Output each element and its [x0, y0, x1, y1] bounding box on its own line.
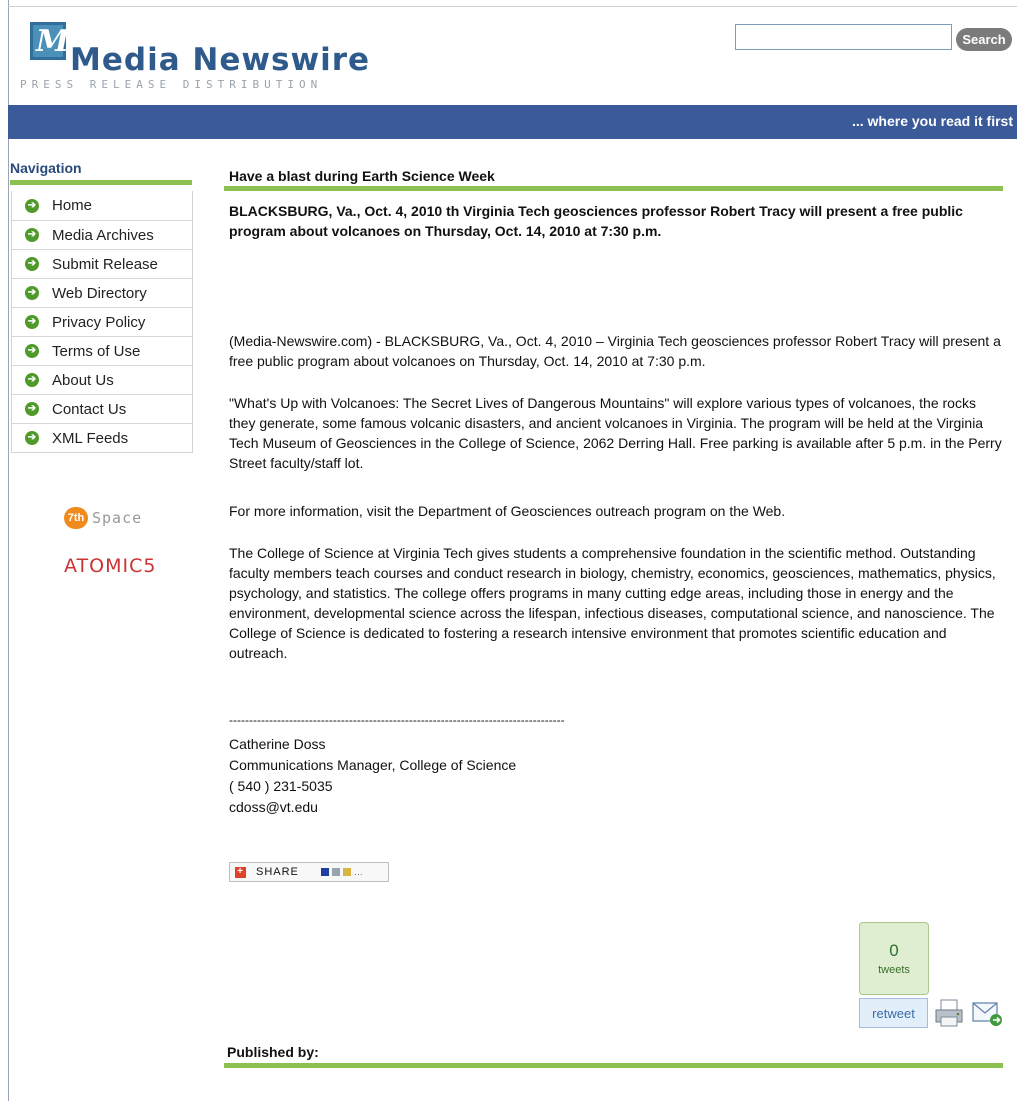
nav-item-label: Web Directory	[52, 284, 147, 302]
contact-name: Catherine Doss	[229, 736, 326, 752]
contact-phone: ( 540 ) 231-5035	[229, 778, 333, 794]
nav-item-media-archives[interactable]: ➔ Media Archives	[12, 220, 192, 249]
nav-item-label: Submit Release	[52, 255, 158, 273]
page-left-border	[8, 0, 9, 1101]
tweet-label: tweets	[878, 964, 910, 976]
digg-icon	[331, 868, 340, 876]
arrow-right-icon: ➔	[25, 286, 39, 300]
article-paragraph: "What's Up with Volcanoes: The Secret Li…	[229, 395, 1002, 471]
partner-logo-atomic5[interactable]: ATOMIC5	[64, 555, 156, 577]
article-paragraph: For more information, visit the Departme…	[229, 503, 786, 519]
logo-name: Media Newswire	[70, 42, 371, 78]
nav-item-label: Media Archives	[52, 226, 154, 244]
nav-item-home[interactable]: ➔ Home	[12, 191, 192, 220]
nav-item-xml-feeds[interactable]: ➔ XML Feeds	[12, 423, 192, 452]
page-top-border	[8, 6, 1017, 7]
published-by-underline	[224, 1063, 1003, 1068]
nav-list: ➔ Home ➔ Media Archives ➔ Submit Release ➔ W…	[11, 191, 193, 453]
nav-title: Navigation	[10, 160, 82, 176]
article-paragraph: (Media-Newswire.com) - BLACKSBURG, Va., …	[229, 333, 1001, 369]
nav-item-terms-of-use[interactable]: ➔ Terms of Use	[12, 336, 192, 365]
stumbleupon-icon	[342, 868, 351, 876]
article-paragraph: The College of Science at Virginia Tech …	[229, 545, 996, 661]
share-services-icons: …	[320, 867, 364, 877]
contact-block: Catherine Doss Communications Manager, C…	[229, 734, 516, 818]
arrow-right-icon: ➔	[25, 315, 39, 329]
partner-logo-7th-space[interactable]: 7th Space	[64, 507, 142, 529]
nav-title-underline	[10, 180, 192, 185]
published-by-heading: Published by:	[227, 1044, 319, 1060]
more-icon: …	[353, 867, 364, 877]
arrow-right-icon: ➔	[25, 257, 39, 271]
arrow-right-icon: ➔	[25, 344, 39, 358]
tweet-counter: 0 tweets	[859, 922, 929, 995]
nav-item-label: XML Feeds	[52, 429, 129, 447]
arrow-right-icon: ➔	[25, 431, 39, 445]
email-icon[interactable]	[971, 998, 1003, 1028]
partner-7th-badge: 7th	[64, 507, 88, 529]
nav-item-about-us[interactable]: ➔ About Us	[12, 365, 192, 394]
nav-item-submit-release[interactable]: ➔ Submit Release	[12, 249, 192, 278]
tweet-count: 0	[889, 941, 899, 960]
tagline: ... where you read it first	[851, 113, 1013, 129]
nav-item-label: Home	[52, 197, 93, 214]
search-input[interactable]	[735, 24, 952, 50]
printer-icon[interactable]	[933, 998, 965, 1028]
logo-letter: M	[36, 24, 69, 59]
plus-icon: +	[235, 866, 246, 878]
nav-item-label: Terms of Use	[52, 342, 141, 360]
arrow-right-icon: ➔	[25, 198, 39, 213]
arrow-right-icon: ➔	[25, 402, 39, 416]
nav-item-label: Contact Us	[52, 400, 127, 418]
retweet-button[interactable]: retweet	[859, 998, 928, 1028]
article-title: Have a blast during Earth Science Week	[229, 168, 495, 184]
site-logo[interactable]: M Media Newswire PRESS RELEASE DISTRIBUT…	[18, 20, 369, 98]
nav-item-privacy-policy[interactable]: ➔ Privacy Policy	[12, 307, 192, 336]
contact-email: cdoss@vt.edu	[229, 799, 318, 815]
logo-subtitle: PRESS RELEASE DISTRIBUTION	[20, 78, 323, 91]
search-button[interactable]: Search	[956, 28, 1012, 51]
arrow-right-icon: ➔	[25, 373, 39, 387]
nav-item-label: Privacy Policy	[52, 313, 146, 331]
contact-role: Communications Manager, College of Scien…	[229, 757, 517, 773]
article-title-underline	[224, 186, 1003, 191]
partner-7th-text: Space	[92, 509, 143, 527]
delicious-icon	[320, 868, 329, 876]
share-label: SHARE	[256, 866, 299, 878]
nav-item-label: About Us	[52, 371, 114, 389]
nav-item-contact-us[interactable]: ➔ Contact Us	[12, 394, 192, 423]
nav-item-web-directory[interactable]: ➔ Web Directory	[12, 278, 192, 307]
article-summary: BLACKSBURG, Va., Oct. 4, 2010 th Virgini…	[229, 203, 963, 239]
header-banner: ... where you read it first	[8, 105, 1017, 139]
share-button[interactable]: + SHARE …	[229, 862, 389, 882]
contact-divider: ----------------------------------------…	[229, 713, 565, 727]
arrow-right-icon: ➔	[25, 228, 39, 242]
